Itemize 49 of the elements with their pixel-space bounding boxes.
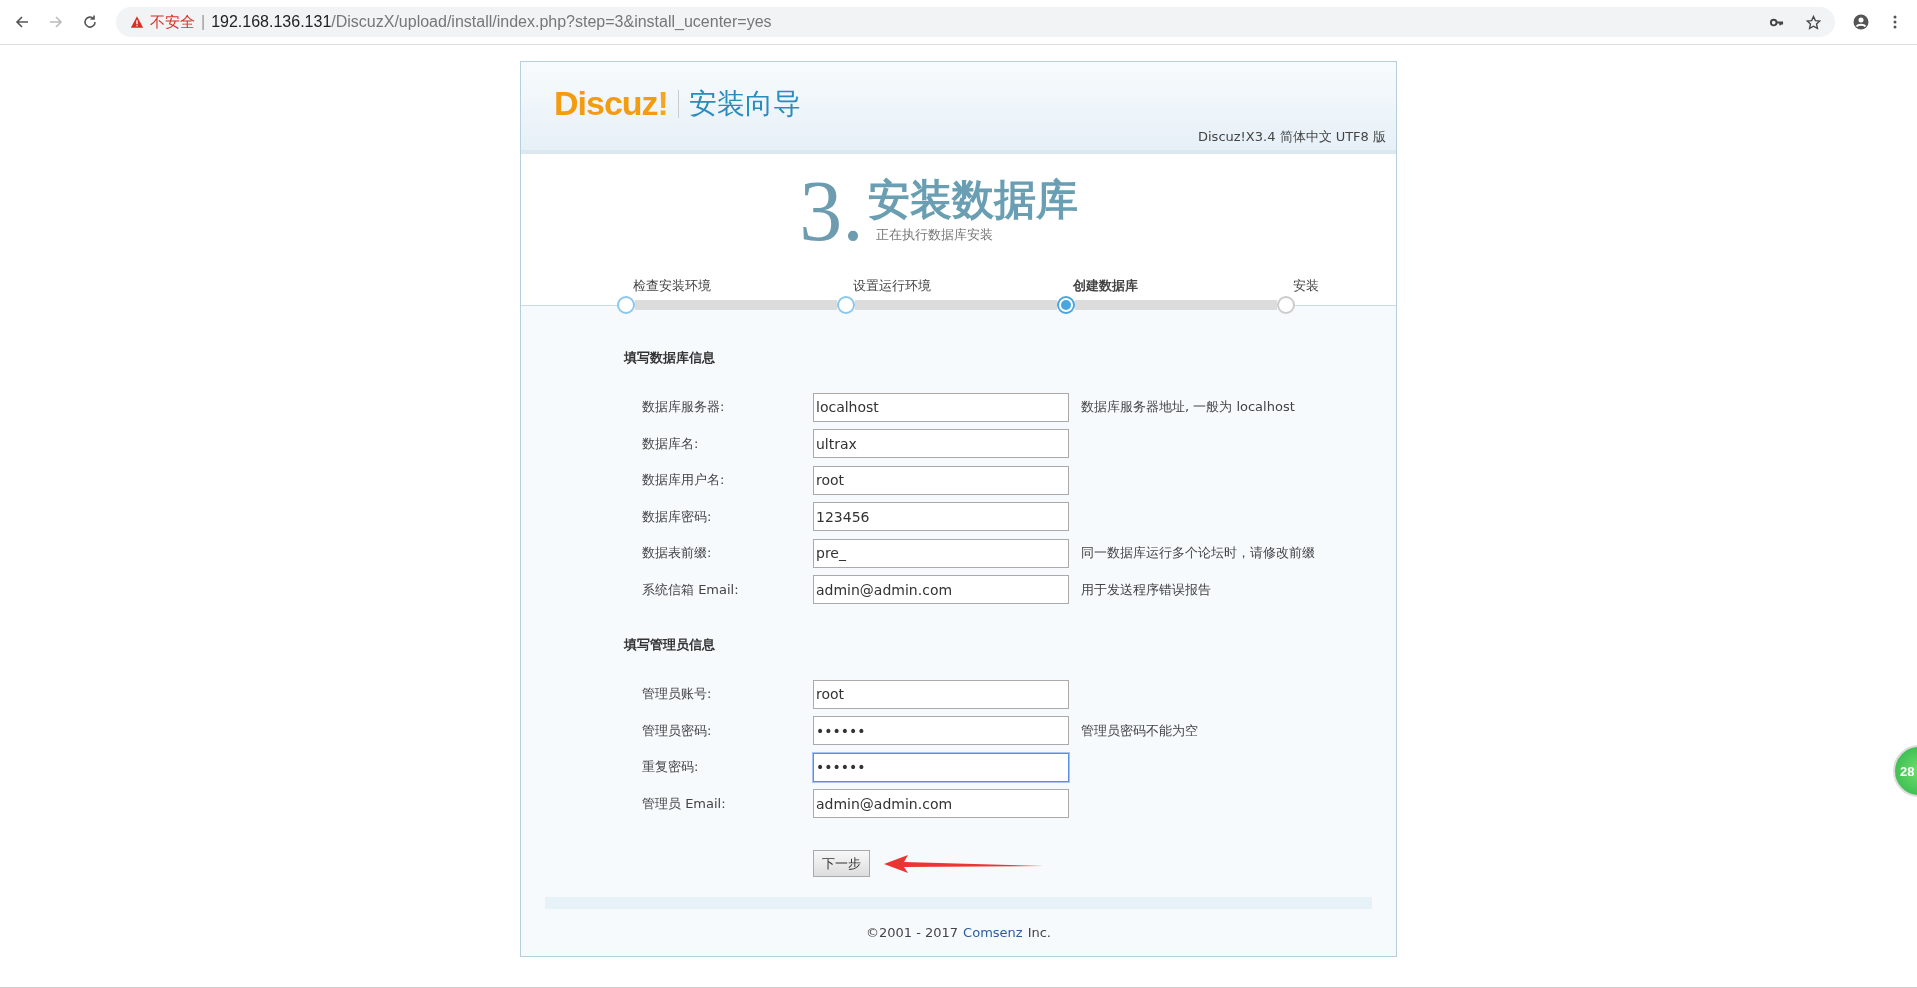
field-label: 管理员密码: [642,721,713,740]
section-title: 填写管理员信息 [624,636,716,654]
step-number: 3. [799,168,864,254]
field-label: 数据库用户名: [642,471,726,490]
field-hint: 数据库服务器地址, 一般为 localhost [1081,398,1295,417]
step-label: 创建数据库 [1073,277,1139,295]
field-hint: 用于发送程序错误报告 [1081,580,1211,599]
field-hint: 管理员密码不能为空 [1081,721,1198,740]
url-text: 192.168.136.131/DiscuzX/upload/install/index.php?step=3&install_ucenter=yes [211,13,772,31]
copyright-suffix: Inc. [1027,925,1051,940]
separator: | [201,13,206,31]
input-field[interactable]: root [813,465,1069,495]
input-field[interactable]: •••••• [813,716,1069,746]
header-title: 安装向导 [688,85,801,122]
field-label: 数据库服务器: [642,398,726,417]
step-title: 安装数据库 [867,174,1078,226]
step-label: 检查安装环境 [633,277,712,295]
step-label: 安装 [1293,277,1320,295]
input-field[interactable]: 123456 [813,502,1069,532]
back-icon[interactable] [14,14,30,30]
input-field[interactable]: admin@admin.com [813,789,1069,819]
field-label: 管理员账号: [642,685,713,704]
input-field[interactable]: admin@admin.com [813,575,1069,605]
company-link[interactable]: Comsenz [963,925,1023,940]
warning-icon [130,15,144,29]
field-label: 数据库密码: [642,507,713,526]
input-field[interactable]: ultrax [813,429,1069,459]
account-icon[interactable] [1853,14,1869,30]
next-button[interactable]: 下一步 [813,850,870,877]
version-text: Discuz!X3.4 简体中文 UTF8 版 [1198,128,1386,146]
input-field[interactable]: •••••• [813,752,1069,782]
step-subtitle: 正在执行数据库安装 [875,226,994,244]
copyright-text: ©2001 - 2017 [866,925,959,940]
input-field[interactable]: pre_ [813,538,1069,568]
input-field[interactable]: root [813,679,1069,709]
star-icon[interactable] [1806,14,1821,30]
field-label: 管理员 Email: [642,794,727,813]
section-title: 填写数据库信息 [624,349,716,367]
address-bar[interactable]: 不安全 | 192.168.136.131/DiscuzX/upload/install/index.php?step=3&install_ucenter=yes [116,7,1835,37]
logo: Discuz! [554,84,668,123]
field-hint: 同一数据库运行多个论坛时，请修改前缀 [1081,544,1315,563]
field-label: 数据库名: [642,434,700,453]
input-field[interactable]: localhost [813,392,1069,422]
security-label: 不安全 [150,12,195,32]
field-label: 数据表前缀: [642,544,713,563]
field-label: 系统信箱 Email: [642,580,740,599]
reload-icon[interactable] [82,14,98,30]
field-label: 重复密码: [642,758,700,777]
step-label: 设置运行环境 [853,277,932,295]
